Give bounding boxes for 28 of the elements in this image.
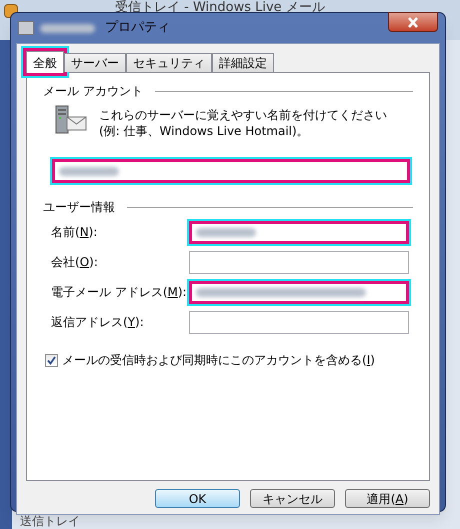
close-icon	[407, 16, 419, 28]
tab[interactable]: 詳細設定	[212, 53, 274, 72]
description-text: これらのサーバーに覚えやすい名前を付けてください (例: 仕事、Windows Live Hotmail)。	[99, 107, 388, 139]
text-field[interactable]	[189, 250, 409, 274]
dialog-button[interactable]: キャンセル	[250, 489, 335, 508]
checkbox[interactable]	[45, 354, 58, 366]
text-field[interactable]	[189, 220, 409, 244]
field-label: 名前(N):	[51, 224, 98, 241]
redaction-blur	[196, 228, 256, 236]
text-field[interactable]	[189, 310, 409, 334]
field-label: 電子メール アドレス(M):	[51, 284, 188, 301]
checkbox-label[interactable]: メールの受信時および同期時にこのアカウントを含める(I)	[62, 351, 375, 369]
field-label: 会社(O):	[51, 254, 99, 271]
tab[interactable]: セキュリティ	[126, 53, 212, 72]
section-heading: ユーザー情報	[43, 199, 115, 216]
tab[interactable]: サーバー	[64, 53, 126, 72]
redaction-blur	[59, 166, 119, 176]
dialog-button[interactable]: OK	[155, 489, 240, 508]
folder-item[interactable]: 送信トレイ	[20, 514, 80, 528]
close-button[interactable]	[388, 12, 438, 32]
account-name-field[interactable]	[52, 159, 410, 183]
dialog-title: プロパティ	[105, 19, 170, 38]
section-heading: メール アカウント	[43, 83, 143, 100]
text-field[interactable]	[189, 280, 409, 304]
redaction-blur	[40, 24, 95, 32]
field-label: 返信アドレス(Y):	[51, 314, 145, 331]
dialog-button[interactable]: 適用(A)	[345, 489, 430, 508]
window-title: 受信トレイ - Windows Live メール	[115, 0, 325, 17]
